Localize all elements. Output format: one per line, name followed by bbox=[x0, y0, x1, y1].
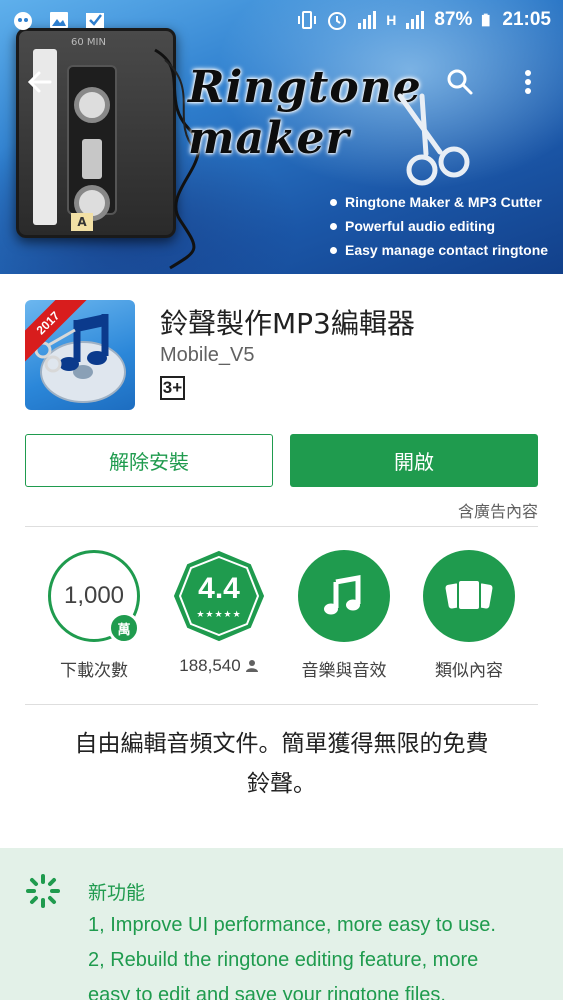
cards-stack-icon bbox=[445, 579, 493, 611]
category-stat[interactable]: 音樂與音效 bbox=[289, 550, 399, 681]
rating-count-caption: 188,540 bbox=[164, 656, 274, 676]
downloads-stat[interactable]: 1,000 萬 下載次數 bbox=[39, 550, 149, 681]
alarm-icon bbox=[328, 12, 347, 30]
whats-new-item: 2, Rebuild the ringtone editing feature,… bbox=[88, 949, 479, 971]
rating-value: 4.4 bbox=[198, 572, 240, 605]
content-rating-badge[interactable]: 3+ bbox=[160, 376, 185, 400]
downloads-caption: 下載次數 bbox=[60, 661, 128, 681]
signal-icon bbox=[358, 11, 377, 29]
music-note-icon bbox=[324, 575, 361, 615]
app-icon: 2017 bbox=[25, 300, 135, 410]
cassette-reel-top bbox=[74, 87, 110, 123]
whats-new-item: easy to edit and save your ringtone file… bbox=[88, 984, 446, 1000]
battery-icon bbox=[482, 13, 490, 27]
category-caption: 音樂與音效 bbox=[301, 661, 387, 681]
network-type-label: H bbox=[386, 12, 397, 28]
similar-disc bbox=[423, 550, 515, 642]
description-line: 自由編輯音頻文件。簡單獲得無限的免費 bbox=[74, 731, 489, 757]
app-banner: 60 MIN A Ringtone maker Ringtone Maker &… bbox=[0, 0, 563, 274]
similar-stat[interactable]: 類似內容 bbox=[414, 550, 524, 681]
rating-stat[interactable]: 4.4 ★★★★★ 188,540 bbox=[164, 550, 274, 676]
cassette-slot bbox=[82, 139, 102, 179]
open-button[interactable]: 開啟 bbox=[290, 434, 538, 487]
back-arrow-icon bbox=[27, 71, 52, 93]
app-short-description[interactable]: 自由編輯音頻文件。簡單獲得無限的免費 鈴聲。 bbox=[50, 724, 513, 804]
whats-new-title: 新功能 bbox=[88, 882, 146, 904]
cassette-tag: A bbox=[71, 213, 93, 231]
downloads-unit-badge: 萬 bbox=[108, 612, 140, 644]
search-icon bbox=[447, 69, 473, 95]
image-icon bbox=[50, 12, 68, 28]
contains-ads-note: 含廣告內容 bbox=[457, 502, 538, 521]
banner-feature-item: Powerful audio editing bbox=[330, 218, 548, 234]
banner-feature-list: Ringtone Maker & MP3 Cutter Powerful aud… bbox=[330, 194, 548, 266]
vibrate-icon bbox=[298, 11, 317, 29]
whats-new-section[interactable]: 新功能 1, Improve UI performance, more easy… bbox=[0, 848, 563, 1000]
check-ticket-icon bbox=[86, 13, 104, 28]
battery-percent: 87% bbox=[434, 9, 473, 30]
rating-stars: ★★★★★ bbox=[196, 610, 242, 620]
back-button[interactable] bbox=[18, 60, 62, 104]
whats-new-item: 1, Improve UI performance, more easy to … bbox=[88, 914, 496, 936]
divider bbox=[25, 704, 538, 705]
banner-feature-item: Ringtone Maker & MP3 Cutter bbox=[330, 194, 548, 210]
description-line: 鈴聲。 bbox=[247, 771, 316, 797]
divider bbox=[25, 526, 538, 527]
search-button[interactable] bbox=[438, 60, 482, 104]
uninstall-button[interactable]: 解除安裝 bbox=[25, 434, 273, 487]
banner-feature-item: Easy manage contact ringtone bbox=[330, 242, 548, 258]
developer-link[interactable]: Mobile_V5 bbox=[160, 344, 255, 367]
whats-new-sparkle-icon bbox=[26, 874, 60, 908]
clock: 21:05 bbox=[502, 9, 551, 30]
person-icon bbox=[245, 660, 258, 672]
more-vert-icon bbox=[525, 70, 531, 94]
similar-caption: 類似內容 bbox=[435, 661, 503, 681]
mascot-icon bbox=[14, 12, 32, 30]
scissors-icon bbox=[397, 93, 470, 186]
app-title: 鈴聲製作MP3編輯器 bbox=[160, 307, 415, 340]
signal-2-icon bbox=[406, 11, 425, 29]
category-disc bbox=[298, 550, 390, 642]
status-bar: H 87% 21:05 bbox=[0, 0, 563, 40]
more-options-button[interactable] bbox=[506, 60, 550, 104]
